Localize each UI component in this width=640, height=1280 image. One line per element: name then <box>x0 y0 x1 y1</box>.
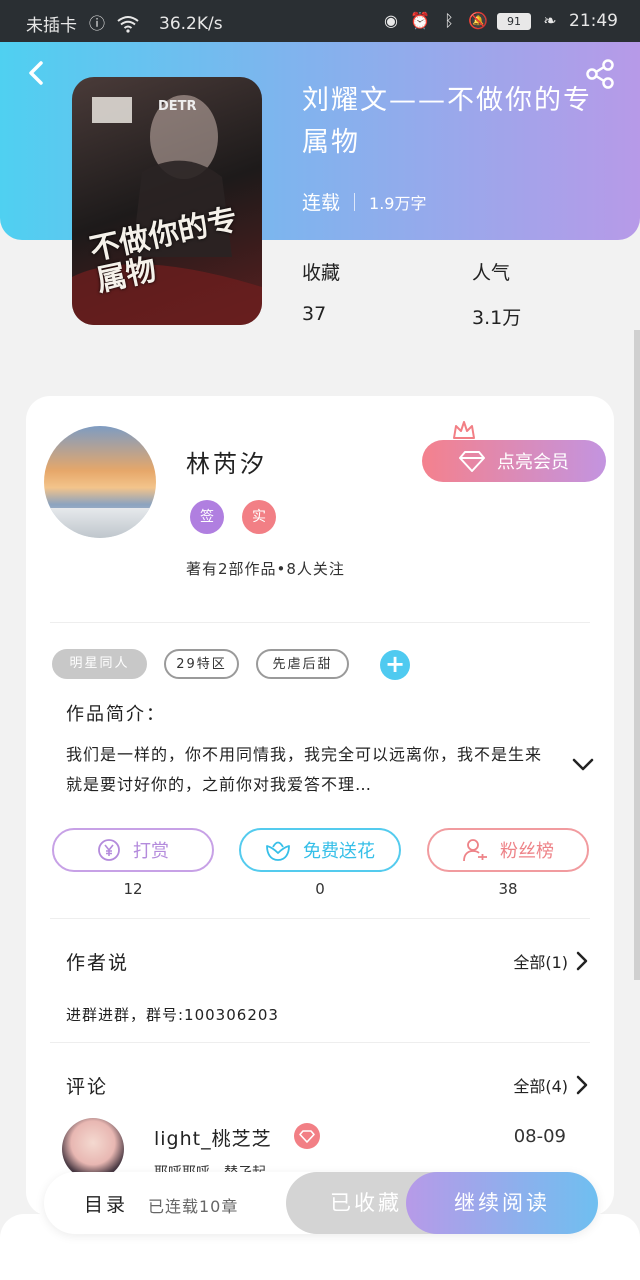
comment-date: 08-09 <box>513 1126 566 1147</box>
collect-stat: 收藏 37 <box>302 258 340 325</box>
divider <box>50 622 590 623</box>
reward-label: 打赏 <box>133 841 169 862</box>
tag-0[interactable]: 明星同人 <box>52 649 147 679</box>
vip-button[interactable]: 点亮会员 <box>422 440 606 482</box>
sim-alert-icon: ⓘ <box>88 13 105 33</box>
chevron-right-icon <box>576 1075 588 1095</box>
network-speed: 36.2K/s <box>159 13 223 34</box>
comments-more-link[interactable]: 全部(4) <box>513 1073 588 1097</box>
verified-badge: 实 <box>242 500 276 534</box>
detail-card: 林芮汐 签 实 著有2部作品•8人关注 点亮会员 明星同人 29特区 先虐后甜 … <box>26 396 614 1216</box>
alarm-icon: ⏰ <box>410 11 430 30</box>
popularity-stat: 人气 3.1万 <box>472 258 521 330</box>
vip-button-label: 点亮会员 <box>497 452 569 473</box>
commenter-vip-badge <box>294 1123 320 1149</box>
send-flower-button[interactable]: 免费送花 <box>239 828 401 872</box>
add-tag-button[interactable]: + <box>380 650 410 680</box>
serial-status: 连载 <box>302 192 341 214</box>
commenter-name[interactable]: light_桃芝芝 <box>154 1124 272 1151</box>
bluetooth-icon: ᛒ <box>444 11 454 30</box>
comments-more-label: 全部(4) <box>513 1077 568 1096</box>
back-button[interactable] <box>22 58 52 88</box>
author-says-heading: 作者说 <box>66 952 130 974</box>
flower-icon <box>266 841 290 861</box>
carrier-label: 未插卡 <box>26 16 77 36</box>
collect-value: 37 <box>302 303 327 325</box>
commenter-avatar[interactable] <box>62 1118 124 1180</box>
eye-icon: ◉ <box>384 11 398 30</box>
yen-icon <box>98 839 120 861</box>
status-bar: 未插卡 ⓘ 36.2K/s ◉ ⏰ ᛒ 🔕 91 ❧ 21:49 <box>0 0 640 42</box>
word-count: 1.9万字 <box>369 193 427 213</box>
book-meta: 连载 1.9万字 <box>302 188 426 215</box>
fans-count: 38 <box>498 880 518 898</box>
leaf-icon: ❧ <box>543 11 557 30</box>
diamond-icon <box>299 1130 315 1143</box>
chevron-left-icon <box>29 61 43 85</box>
intro-text: 我们是一样的，你不用同情我，我完全可以远离你，我不是生来就是要讨好你的，之前你对… <box>66 745 543 794</box>
book-title: 刘耀文——不做你的专属物 <box>302 85 592 158</box>
intro-heading: 作品简介： <box>66 704 166 725</box>
author-name[interactable]: 林芮汐 <box>186 444 267 479</box>
continue-reading-button[interactable]: 继续阅读 <box>406 1172 598 1234</box>
chevron-down-icon[interactable] <box>572 758 594 772</box>
signed-badge: 签 <box>190 500 224 534</box>
wifi-icon <box>117 15 139 33</box>
reward-count: 12 <box>123 880 143 898</box>
tag-1[interactable]: 29特区 <box>164 649 239 679</box>
author-says-more-label: 全部(1) <box>513 953 568 972</box>
divider <box>50 918 590 919</box>
user-icon <box>463 839 487 862</box>
collect-label: 收藏 <box>302 262 341 284</box>
battery-icon: 91 <box>497 12 531 30</box>
fans-ranking-button[interactable]: 粉丝榜 <box>427 828 589 872</box>
send-flower-label: 免费送花 <box>303 841 375 862</box>
flower-count: 0 <box>315 880 325 898</box>
popularity-value: 3.1万 <box>472 307 522 329</box>
diamond-icon <box>459 451 485 472</box>
reward-button[interactable]: 打赏 <box>52 828 214 872</box>
crown-icon <box>453 421 475 439</box>
cover-tag: DETR <box>158 99 197 114</box>
author-stats: 著有2部作品•8人关注 <box>186 560 345 578</box>
popularity-label: 人气 <box>472 262 511 284</box>
chapter-count[interactable]: 已连载10章 <box>148 1193 238 1217</box>
divider <box>50 1042 590 1043</box>
author-says-text: 进群进群，群号:100306203 <box>66 1006 279 1024</box>
author-says-more-link[interactable]: 全部(1) <box>513 949 588 973</box>
comments-heading: 评论 <box>66 1076 109 1098</box>
author-avatar[interactable] <box>44 426 156 538</box>
chevron-right-icon <box>576 951 588 971</box>
tag-2[interactable]: 先虐后甜 <box>256 649 349 679</box>
toc-button[interactable]: 目录 <box>84 1190 128 1217</box>
book-cover[interactable]: DETR 不做你的专属物 <box>72 77 262 325</box>
clock: 21:49 <box>569 11 618 31</box>
meta-divider <box>354 192 356 211</box>
scrollbar[interactable] <box>634 330 640 980</box>
mute-icon: 🔕 <box>468 11 488 30</box>
fans-ranking-label: 粉丝榜 <box>500 841 554 862</box>
